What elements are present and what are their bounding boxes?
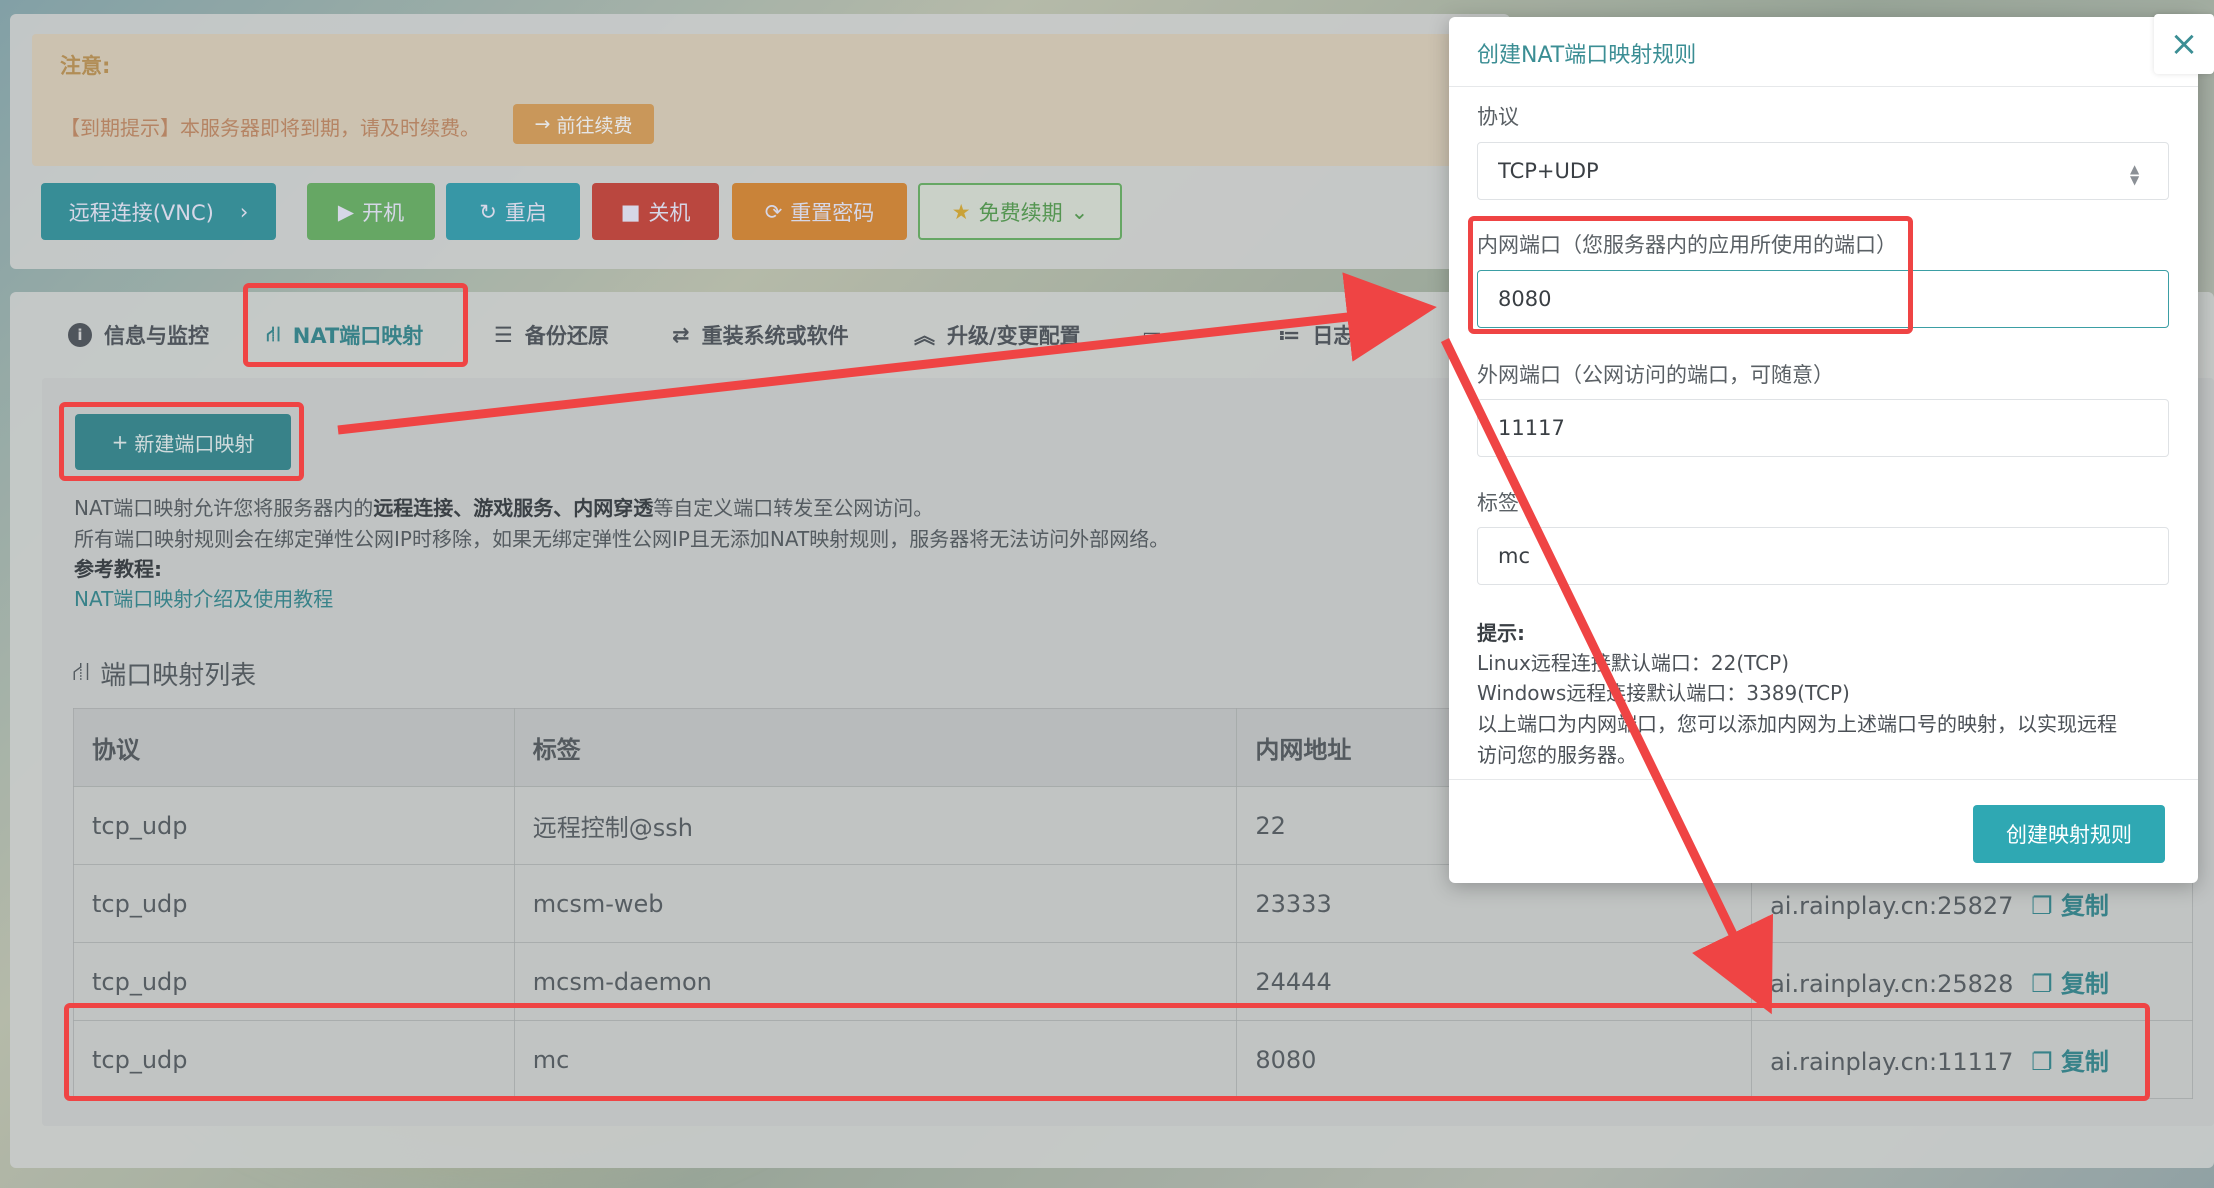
screen: 注意: 【到期提示】本服务器即将到期，请及时续费。 → 前往续费 远程连接(VN… — [0, 0, 2214, 1188]
annotation-arrow-to-modal — [337, 272, 1437, 435]
annotation-arrow-to-row — [1440, 338, 1774, 1015]
annotation-arrows — [337, 272, 1774, 1015]
